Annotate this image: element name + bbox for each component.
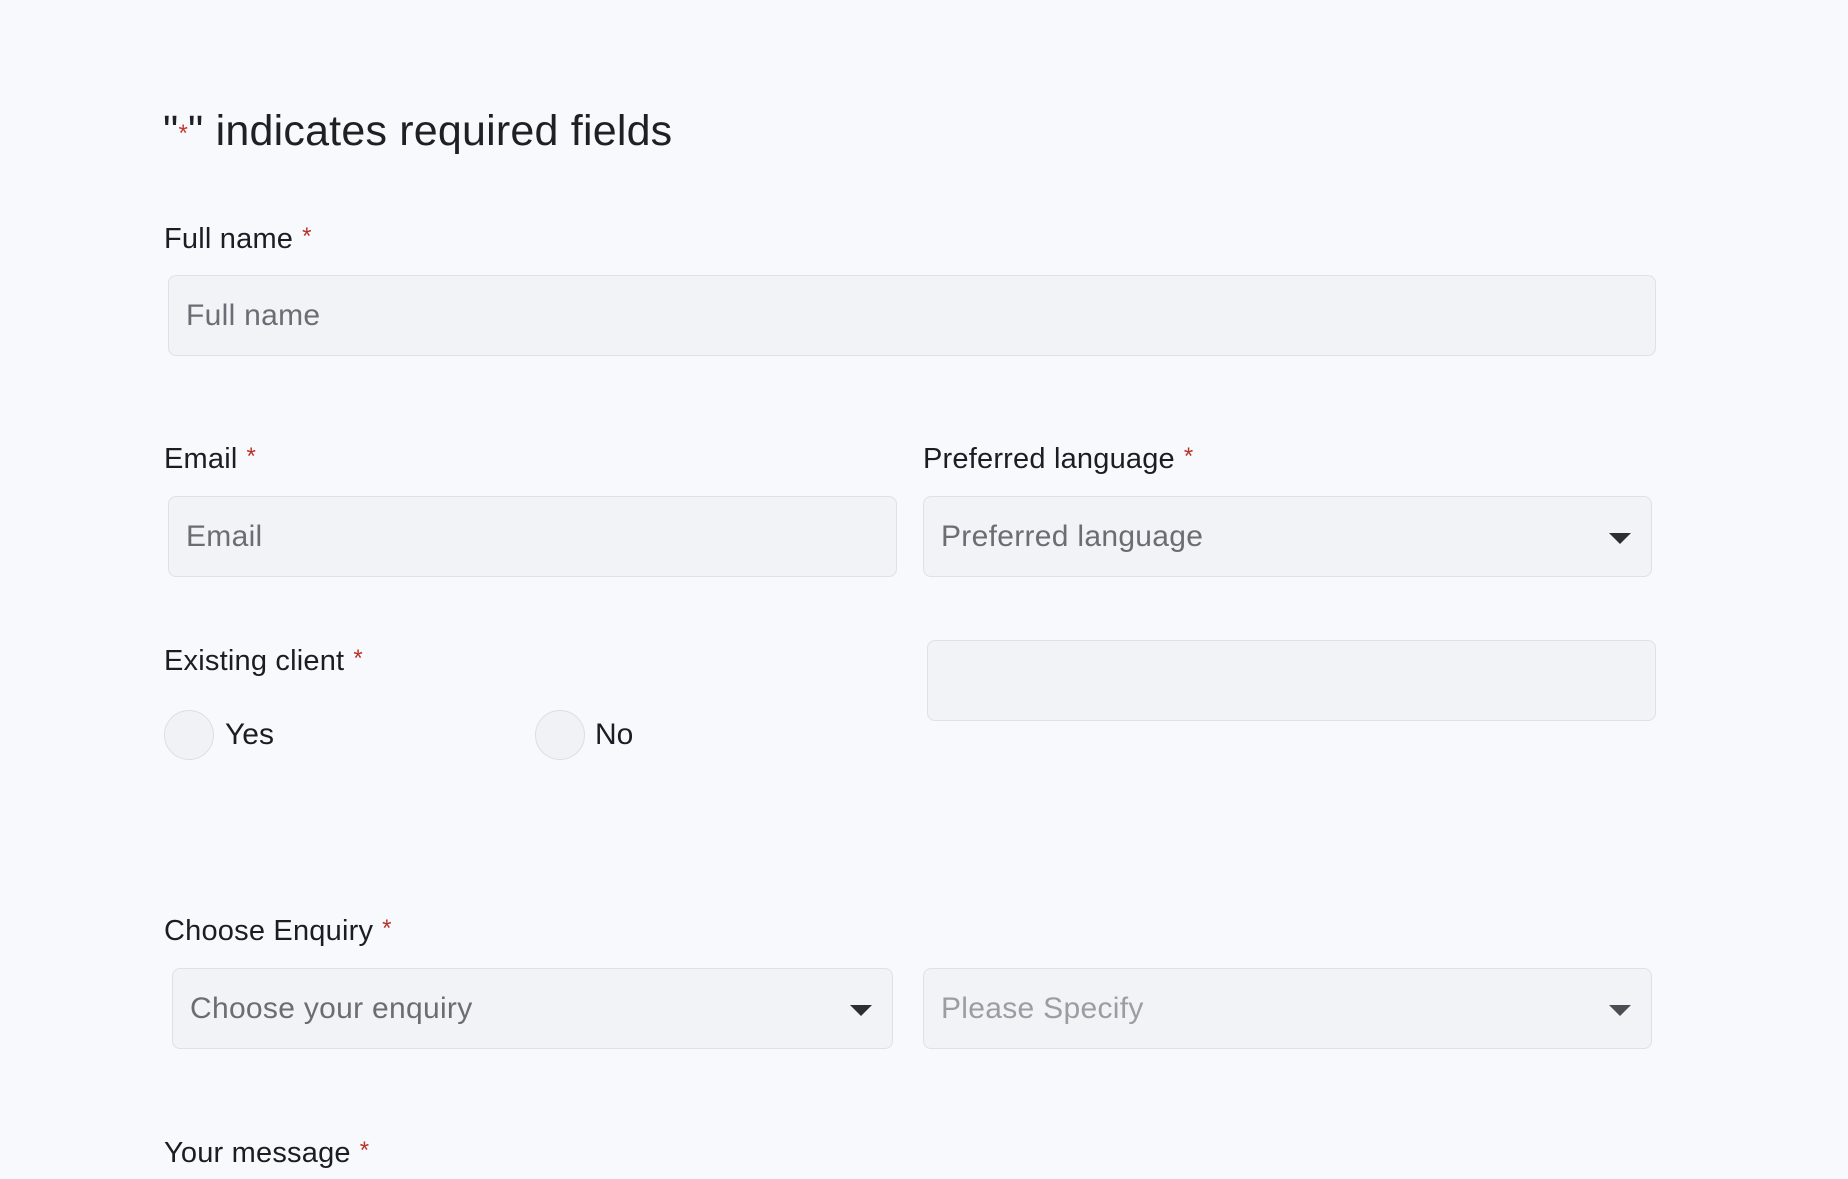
additional-input[interactable]	[927, 640, 1656, 721]
email-input[interactable]: Email	[168, 496, 897, 577]
choose-enquiry-label: Choose Enquiry *	[164, 911, 392, 949]
radio-existing-client-yes[interactable]	[164, 710, 214, 760]
existing-client-label-text: Existing client	[164, 645, 345, 677]
preferred-language-placeholder: Preferred language	[941, 520, 1204, 553]
required-star: *	[359, 1137, 370, 1164]
required-star: *	[302, 223, 312, 250]
quote-close: "	[188, 107, 204, 155]
full-name-input[interactable]: Full name	[168, 275, 1656, 356]
required-star: *	[382, 915, 392, 942]
preferred-language-select[interactable]: Preferred language	[923, 496, 1652, 577]
please-specify-select[interactable]: Please Specify	[923, 968, 1652, 1049]
email-placeholder: Email	[186, 520, 263, 553]
preferred-language-label: Preferred language *	[923, 439, 1193, 477]
please-specify-placeholder: Please Specify	[941, 992, 1144, 1025]
full-name-label-text: Full name	[164, 223, 294, 255]
required-star: *	[353, 645, 363, 672]
radio-no-label[interactable]: No	[595, 717, 633, 753]
choose-enquiry-placeholder: Choose your enquiry	[190, 992, 473, 1025]
full-name-placeholder: Full name	[186, 299, 321, 332]
choose-enquiry-label-text: Choose Enquiry	[164, 915, 374, 947]
radio-existing-client-no[interactable]	[535, 710, 585, 760]
full-name-label: Full name *	[164, 219, 312, 257]
email-label-text: Email	[164, 443, 238, 475]
your-message-label-text: Your message	[164, 1137, 351, 1169]
existing-client-label: Existing client *	[164, 641, 363, 679]
quote-open: "	[163, 107, 179, 155]
enquiry-form: "*" indicates required fields Full name *…	[0, 0, 1848, 1179]
email-label: Email *	[164, 439, 256, 477]
choose-enquiry-select[interactable]: Choose your enquiry	[172, 968, 893, 1049]
required-note-text: indicates required fields	[203, 107, 673, 155]
radio-yes-label[interactable]: Yes	[225, 717, 274, 753]
chevron-down-icon	[850, 1005, 872, 1016]
required-star: *	[178, 120, 189, 147]
chevron-down-icon	[1609, 1005, 1631, 1016]
required-fields-note: "*" indicates required fields	[163, 103, 672, 162]
preferred-language-label-text: Preferred language	[923, 443, 1175, 475]
required-star: *	[246, 443, 257, 470]
your-message-label: Your message *	[164, 1133, 369, 1171]
chevron-down-icon	[1609, 533, 1631, 544]
required-star: *	[1183, 443, 1194, 470]
